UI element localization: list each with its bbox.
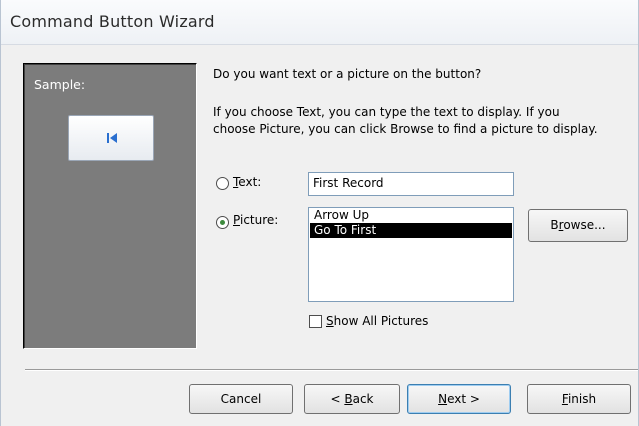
instruction-line-2: choose Picture, you can click Browse to … <box>213 122 598 136</box>
footer-separator <box>25 369 638 371</box>
back-label-pre: < <box>330 392 345 406</box>
radio-selected-dot <box>220 220 225 225</box>
next-label-mnemonic: N <box>438 392 448 406</box>
next-label-post: ext > <box>447 392 480 406</box>
cancel-button[interactable]: Cancel <box>189 384 293 414</box>
show-all-pictures-checkbox[interactable] <box>309 315 322 328</box>
show-all-pictures-label[interactable]: Show All Pictures <box>326 314 428 328</box>
first-record-icon <box>107 133 117 143</box>
picture-list-item-selected[interactable]: Go To First <box>310 223 512 238</box>
question-text: Do you want text or a picture on the but… <box>213 67 482 81</box>
browse-label-post: owse... <box>563 218 606 232</box>
text-label-rest: ext: <box>238 175 262 189</box>
finish-button[interactable]: Finish <box>527 384 631 414</box>
sample-button-preview <box>68 115 154 161</box>
sample-label: Sample: <box>34 77 86 92</box>
next-button[interactable]: Next > <box>407 384 511 414</box>
browse-label-pre: B <box>550 218 559 232</box>
text-radio-label[interactable]: Text: <box>233 175 261 189</box>
back-button[interactable]: < Back <box>304 384 400 414</box>
picture-listbox[interactable]: Arrow Up Go To First <box>308 207 514 302</box>
picture-radio-label[interactable]: Picture: <box>233 213 278 227</box>
finish-label-post: inish <box>567 392 597 406</box>
show-all-mnemonic: S <box>326 314 334 328</box>
picture-radio[interactable] <box>216 216 229 229</box>
picture-label-rest: icture: <box>239 213 279 227</box>
browse-button[interactable]: Browse... <box>528 209 628 242</box>
text-radio[interactable] <box>216 177 229 190</box>
back-label-post: ack <box>352 392 374 406</box>
instruction-line-1: If you choose Text, you can type the tex… <box>213 105 560 119</box>
back-label-mnemonic: B <box>344 392 353 406</box>
wizard-window: Command Button Wizard Sample: Do you wan… <box>0 0 639 426</box>
sample-panel: Sample: <box>23 63 197 349</box>
title-bar: Command Button Wizard <box>1 0 638 45</box>
picture-list-item[interactable]: Arrow Up <box>310 208 512 223</box>
show-all-rest: how All Pictures <box>333 314 429 328</box>
picture-label-mnemonic: P <box>233 213 240 227</box>
window-title: Command Button Wizard <box>10 12 215 31</box>
button-text-input[interactable]: First Record <box>308 172 514 196</box>
